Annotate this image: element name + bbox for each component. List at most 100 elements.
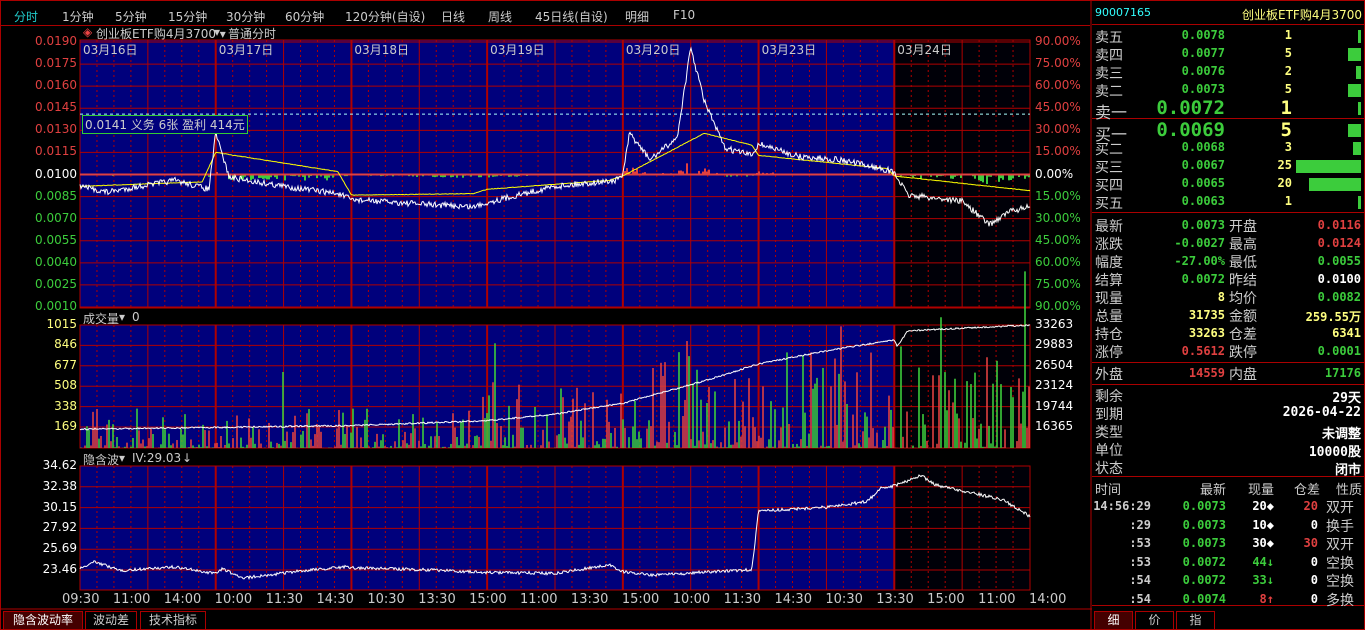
bottom-tab-2[interactable]: 技术指标 — [140, 611, 206, 629]
time-axis-label: 13:30 — [876, 592, 914, 607]
trade-type: 双开 — [1326, 500, 1354, 516]
iv-indicator-label[interactable]: 隐含波 — [83, 451, 119, 468]
pct-axis-label: 60.00% — [1035, 78, 1081, 93]
trade-oi-change: 0 — [1310, 573, 1318, 588]
trade-volume: 10◆ — [1252, 517, 1274, 532]
time-axis-label: 13:30 — [570, 592, 609, 607]
bottom-tab-0[interactable]: 隐含波动率 — [3, 611, 83, 629]
stat-value: -27.00% — [1174, 254, 1225, 268]
price-axis-label: 0.0040 — [35, 254, 77, 269]
order-book-price: 0.0068 — [1181, 140, 1225, 154]
trade-oi-change: 30 — [1303, 536, 1318, 551]
stat-label: 最低 — [1229, 255, 1257, 271]
time-axis-label: 11:00 — [112, 592, 151, 607]
volume-axis-label: 338 — [54, 398, 77, 413]
order-book-volume: 5 — [1284, 46, 1292, 60]
price-axis-label: 0.0070 — [35, 210, 77, 225]
panel-separator — [1092, 212, 1365, 213]
iv-axis-label: 34.62 — [42, 458, 77, 472]
time-axis-label: 10:30 — [825, 592, 863, 607]
stat-value: 0.5612 — [1181, 344, 1225, 358]
trade-header: 性质 — [1335, 483, 1362, 498]
trade-volume: 33↓ — [1252, 573, 1274, 588]
volume-indicator-label[interactable]: 成交量 — [83, 310, 119, 327]
order-book-price: 0.0078 — [1181, 28, 1225, 42]
trade-price: 0.0073 — [1182, 517, 1226, 532]
order-book-depth-bar — [1358, 30, 1361, 43]
detail-tab-1[interactable]: 价 — [1135, 611, 1174, 629]
order-book-price: 0.0076 — [1181, 64, 1225, 78]
inner-label: 内盘 — [1229, 367, 1257, 383]
order-book-label: 卖四 — [1095, 48, 1123, 64]
date-label: 03月17日 — [218, 43, 274, 57]
date-label: 03月16日 — [83, 43, 138, 57]
stat-label: 涨停 — [1095, 345, 1123, 361]
iv-axis-label: 32.38 — [42, 478, 77, 493]
info-label: 状态 — [1095, 461, 1123, 477]
inner-value: 17176 — [1324, 366, 1361, 380]
info-label: 到期 — [1095, 407, 1123, 423]
volume-axis-label: 1015 — [46, 317, 77, 331]
info-label: 单位 — [1095, 443, 1123, 459]
stat-label: 涨跌 — [1095, 237, 1123, 253]
pct-axis-label: 75.00% — [1035, 56, 1081, 71]
order-book-price: 0.0065 — [1181, 176, 1225, 190]
oi-axis-label: 23124 — [1035, 378, 1074, 393]
order-book-volume: 2 — [1284, 64, 1292, 78]
time-axis-label: 11:30 — [265, 592, 304, 607]
iv-axis-label: 27.92 — [42, 520, 77, 535]
stat-value: 0.0073 — [1181, 218, 1225, 232]
stat-label: 幅度 — [1095, 255, 1123, 271]
time-axis-label: 10:00 — [672, 592, 711, 607]
pct-axis-label: 75.00% — [1035, 276, 1081, 291]
trade-header: 仓差 — [1293, 483, 1320, 498]
price-axis-label: 0.0085 — [35, 188, 77, 203]
volume-dropdown-icon[interactable]: ▾ — [119, 310, 125, 324]
bottom-tab-1[interactable]: 波动差 — [85, 611, 137, 629]
time-axis-label: 14:30 — [316, 592, 354, 607]
instrument-dropdown-icon[interactable]: ▾ — [214, 25, 220, 39]
order-book-volume: 5 — [1280, 119, 1292, 141]
detail-tab-0[interactable]: 细 — [1094, 611, 1133, 629]
trade-volume: 8↑ — [1259, 592, 1274, 606]
iv-dropdown-icon[interactable]: ▾ — [119, 451, 125, 465]
order-book-depth-bar — [1358, 196, 1361, 209]
trade-oi-change: 20 — [1303, 499, 1318, 513]
trade-volume: 44↓ — [1252, 554, 1274, 569]
trade-price: 0.0073 — [1182, 536, 1226, 551]
trade-header: 现量 — [1247, 483, 1274, 498]
iv-down-arrow-icon: ↓ — [182, 451, 193, 465]
info-label: 剩余 — [1095, 389, 1123, 405]
oi-axis-label: 33263 — [1035, 317, 1074, 331]
time-axis-label: 15:00 — [927, 592, 965, 607]
panel-separator — [1092, 362, 1365, 363]
pct-axis-label: 0.00% — [1035, 166, 1074, 181]
price-axis-label: 0.0010 — [35, 299, 77, 313]
time-axis-label: 11:00 — [978, 592, 1016, 607]
info-value: 未调整 — [1321, 427, 1361, 442]
order-book-price: 0.0069 — [1156, 119, 1225, 141]
stat-value: 0.0055 — [1317, 254, 1361, 268]
time-axis-label: 11:00 — [520, 592, 558, 607]
time-axis-label: 11:30 — [723, 592, 762, 607]
stat-label: 持仓 — [1095, 327, 1123, 343]
date-label: 03月18日 — [354, 43, 409, 57]
trade-volume: 20◆ — [1252, 499, 1274, 513]
price-axis-label: 0.0100 — [35, 166, 77, 181]
order-book-depth-bar — [1355, 66, 1361, 79]
order-book-volume: 1 — [1284, 194, 1292, 208]
stat-value: 259.55万 — [1305, 310, 1361, 324]
order-book-volume: 25 — [1277, 158, 1292, 172]
trade-price: 0.0073 — [1182, 499, 1226, 513]
volume-axis-label: 169 — [54, 419, 77, 433]
trade-time: :53 — [1129, 536, 1151, 551]
detail-tab-2[interactable]: 指 — [1176, 611, 1215, 629]
trade-type: 空换 — [1326, 574, 1354, 591]
price-axis-label: 0.0025 — [35, 276, 77, 291]
oi-axis-label: 29883 — [1035, 337, 1074, 352]
date-label: 03月23日 — [761, 43, 817, 57]
order-book-label: 买四 — [1095, 178, 1123, 194]
chart-area[interactable] — [0, 0, 1092, 630]
instrument-selector[interactable]: 创业板ETF购4月3700 ▾ — [96, 25, 226, 42]
pct-axis-label: 90.00% — [1035, 299, 1081, 313]
